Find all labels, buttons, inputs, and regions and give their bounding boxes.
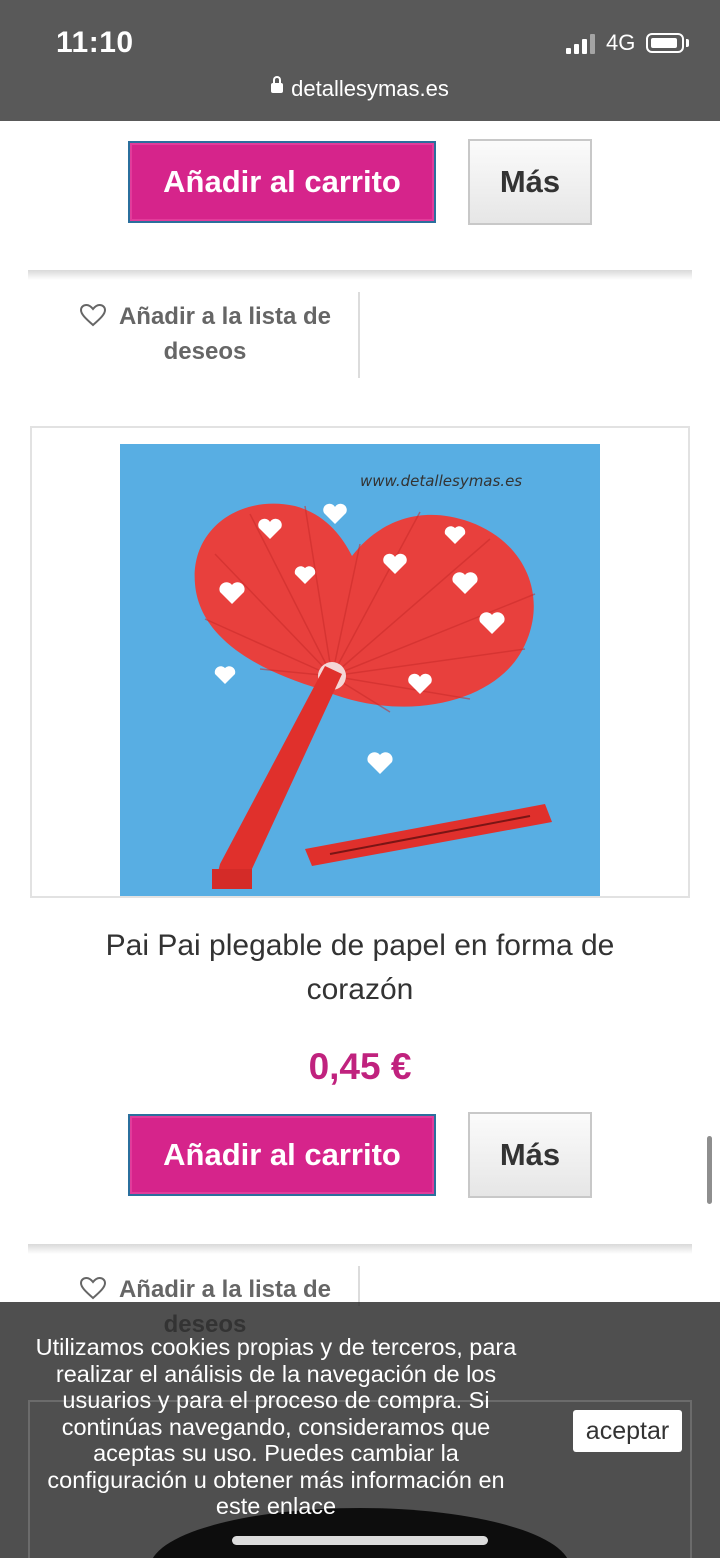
add-to-cart-button[interactable]: Añadir al carrito — [128, 141, 436, 223]
vertical-divider — [358, 1266, 360, 1306]
cookie-message: Utilizamos cookies propias y de terceros… — [16, 1334, 536, 1520]
url-text[interactable]: detallesymas.es — [291, 76, 449, 101]
cookie-line: usuarios y para el proceso de compra. Si — [62, 1387, 490, 1413]
divider — [28, 1244, 692, 1254]
accept-cookies-button[interactable]: aceptar — [573, 1410, 682, 1452]
heart-fan-illustration: www.detallesymas.es — [194, 472, 552, 889]
cookie-banner: Utilizamos cookies propias y de terceros… — [0, 1302, 720, 1558]
network-type: 4G — [606, 30, 636, 55]
divider — [28, 270, 692, 280]
image-watermark: www.detallesymas.es — [360, 472, 522, 490]
scrollbar[interactable] — [707, 1136, 712, 1204]
signal-icon — [566, 34, 598, 54]
cookie-line: realizar el análisis de la navegación de… — [55, 1360, 497, 1387]
home-indicator[interactable] — [232, 1536, 488, 1545]
product-title[interactable]: Pai Pai plegable de papel en forma de co… — [40, 924, 680, 1012]
more-button[interactable]: Más — [468, 139, 592, 225]
address-bar[interactable]: detallesymas.es — [0, 76, 720, 102]
wishlist-label-1: Añadir a la lista de — [118, 1276, 332, 1303]
wishlist-label-1: Añadir a la lista de — [118, 303, 332, 330]
cookie-line: configuración u obtener más información … — [47, 1466, 505, 1493]
heart-icon — [79, 1276, 106, 1299]
product-title-line-2[interactable]: corazón — [307, 973, 414, 1006]
product-title-line-1[interactable]: Pai Pai plegable de papel en forma de — [106, 929, 615, 962]
add-to-wishlist-link[interactable]: Añadir a la lista de deseos — [60, 299, 350, 369]
cookie-line: aceptas su uso. Puedes cambiar la — [93, 1440, 459, 1466]
more-button[interactable]: Más — [468, 1112, 592, 1198]
wishlist-label-2: deseos — [163, 338, 247, 365]
product-image[interactable]: www.detallesymas.es — [120, 444, 600, 896]
vertical-divider — [358, 292, 360, 378]
product-price: 0,45 € — [308, 1046, 412, 1087]
battery-tip — [686, 39, 689, 47]
battery-icon — [646, 33, 684, 53]
add-to-cart-button[interactable]: Añadir al carrito — [128, 1114, 436, 1196]
status-bar: 11:10 4G detallesymas.es — [0, 0, 720, 121]
cookie-line: Utilizamos cookies propias y de terceros… — [35, 1334, 517, 1360]
cookie-line: continúas navegando, consideramos que — [61, 1413, 491, 1440]
clock: 11:10 — [56, 26, 134, 59]
lock-icon — [271, 76, 284, 94]
heart-icon — [79, 303, 106, 326]
cookie-info-link[interactable]: este enlace — [16, 1493, 536, 1520]
